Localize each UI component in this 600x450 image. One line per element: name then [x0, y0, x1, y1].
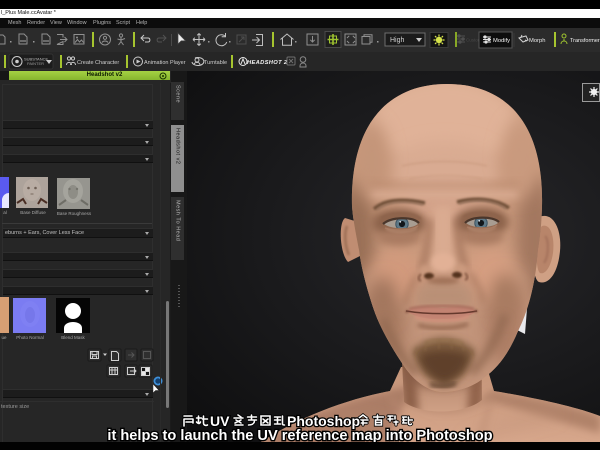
svg-text:High: High	[390, 37, 405, 44]
svg-text:Morph: Morph	[529, 38, 545, 44]
svg-text:Transformer: Transformer	[570, 38, 600, 44]
svg-text:it helps to launch the UV refe: it helps to launch the UV reference map …	[107, 428, 492, 442]
svg-text:Create Character: Create Character	[77, 60, 119, 66]
svg-text:UV: UV	[210, 413, 230, 429]
svg-text:Photoshop: Photoshop	[287, 413, 360, 429]
svg-text:Turntable: Turntable	[204, 60, 227, 66]
svg-text:Modify: Modify	[493, 38, 510, 44]
svg-text:Animation Player: Animation Player	[144, 60, 186, 66]
svg-text:HEADSHOT 2: HEADSHOT 2	[247, 60, 288, 66]
svg-text:PAINTER: PAINTER	[27, 61, 44, 66]
